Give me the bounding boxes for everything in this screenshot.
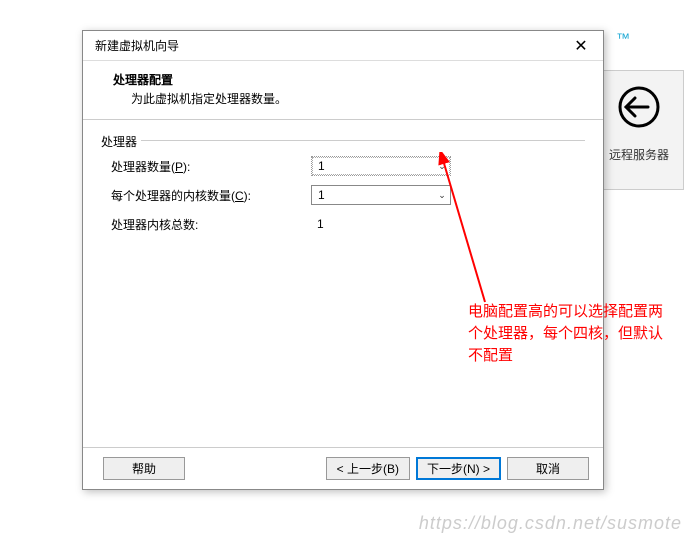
remote-server-label: 远程服务器: [609, 146, 669, 163]
processor-count-dropdown[interactable]: 1 ⌄: [311, 156, 451, 176]
cores-row: 每个处理器的内核数量(C): 1 ⌄: [111, 184, 575, 206]
next-button[interactable]: 下一步(N) >: [416, 457, 501, 480]
background-tm: ™: [616, 30, 632, 46]
total-row: 处理器内核总数: 1: [111, 213, 575, 235]
cancel-button[interactable]: 取消: [507, 457, 589, 480]
watermark: https://blog.csdn.net/susmote: [419, 513, 682, 534]
chevron-down-icon: ⌄: [434, 186, 450, 204]
processor-count-value: 1: [312, 159, 434, 173]
annotation-text: 电脑配置高的可以选择配置两个处理器，每个四核，但默认不配置: [468, 301, 668, 367]
content-area: 处理器 处理器数量(P): 1 ⌄ 每个处理器的内核数量(C): 1 ⌄: [83, 120, 603, 447]
remote-server-icon: [618, 86, 660, 128]
remote-server-panel: 远程服务器: [594, 70, 684, 190]
help-button[interactable]: 帮助: [103, 457, 185, 480]
chevron-down-icon: ⌄: [434, 157, 450, 175]
processor-count-row: 处理器数量(P): 1 ⌄: [111, 155, 575, 177]
button-bar: 帮助 < 上一步(B) 下一步(N) > 取消: [83, 447, 603, 489]
header-section: 处理器配置 为此虚拟机指定处理器数量。: [83, 61, 603, 120]
groupbox-label: 处理器: [101, 133, 141, 150]
processor-count-label: 处理器数量(P):: [111, 158, 311, 175]
processor-groupbox: 处理器 处理器数量(P): 1 ⌄ 每个处理器的内核数量(C): 1 ⌄: [101, 140, 585, 252]
wizard-dialog: 新建虚拟机向导 ✕ 处理器配置 为此虚拟机指定处理器数量。 处理器 处理器数量(…: [82, 30, 604, 490]
cores-label: 每个处理器的内核数量(C):: [111, 187, 311, 204]
header-title: 处理器配置: [113, 71, 583, 88]
titlebar: 新建虚拟机向导 ✕: [83, 31, 603, 61]
total-label: 处理器内核总数:: [111, 216, 311, 233]
total-value: 1: [311, 217, 324, 231]
close-button[interactable]: ✕: [567, 35, 595, 57]
cores-dropdown[interactable]: 1 ⌄: [311, 185, 451, 205]
dialog-title: 新建虚拟机向导: [95, 37, 567, 54]
header-subtitle: 为此虚拟机指定处理器数量。: [131, 90, 583, 107]
back-button[interactable]: < 上一步(B): [326, 457, 410, 480]
cores-value: 1: [312, 188, 434, 202]
